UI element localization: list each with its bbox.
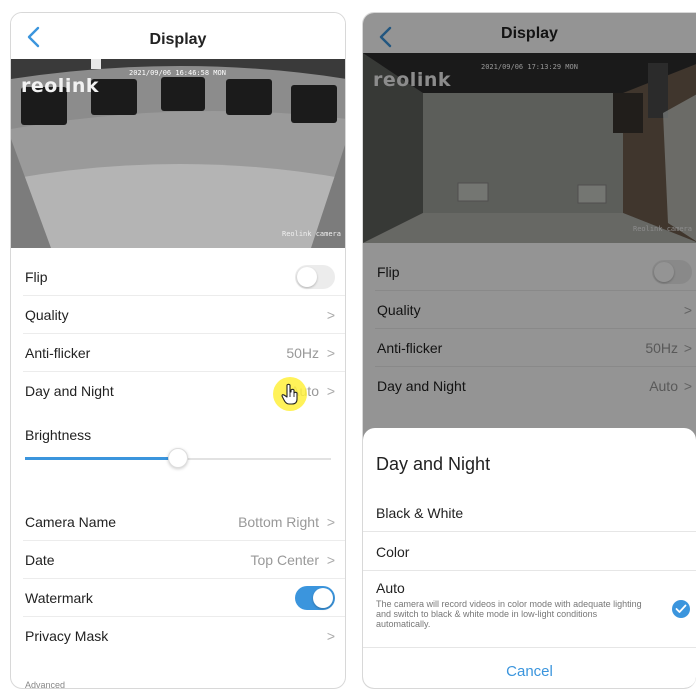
chevron-right-icon: >: [326, 552, 335, 568]
chevron-right-icon: >: [326, 514, 335, 530]
option-color[interactable]: Color: [363, 532, 696, 571]
option-black-white[interactable]: Black & White: [363, 492, 696, 532]
header-bar: Display: [11, 13, 345, 59]
date-row[interactable]: Date Top Center >: [23, 541, 345, 579]
flip-label: Flip: [25, 269, 48, 285]
quality-row[interactable]: Quality >: [23, 296, 345, 334]
reolink-logo: reolink: [21, 75, 99, 97]
camera-name-value: Bottom Right: [238, 514, 319, 530]
sheet-title: Day and Night: [376, 454, 491, 474]
watermark-label: Watermark: [25, 590, 93, 606]
hand-pointer-icon: [281, 383, 298, 405]
day-night-picker-screen: Display reolink 2021/09/06 17:13:29 MON …: [362, 12, 696, 689]
anti-flicker-row[interactable]: Anti-flicker 50Hz >: [23, 334, 345, 372]
date-value: Top Center: [250, 552, 319, 568]
quality-label: Quality: [25, 307, 69, 323]
privacy-mask-row[interactable]: Privacy Mask >: [23, 617, 345, 655]
camera-name-row[interactable]: Camera Name Bottom Right >: [23, 503, 345, 541]
settings-list-2: Camera Name Bottom Right > Date Top Cent…: [11, 503, 345, 655]
brightness-slider[interactable]: [25, 448, 331, 468]
camera-preview[interactable]: reolink 2021/09/06 16:46:58 MON Reolink …: [11, 59, 345, 248]
privacy-mask-label: Privacy Mask: [25, 628, 109, 644]
toggle-knob: [297, 267, 317, 287]
selected-check-icon: [672, 600, 690, 618]
cancel-button[interactable]: Cancel: [363, 663, 696, 680]
slider-fill: [25, 457, 178, 460]
chevron-right-icon: >: [326, 383, 335, 399]
slider-thumb[interactable]: [168, 448, 188, 468]
flip-toggle[interactable]: [295, 265, 335, 289]
toggle-knob: [313, 588, 333, 608]
brightness-label: Brightness: [25, 427, 92, 443]
advanced-section-label: Advanced: [25, 680, 66, 689]
date-label: Date: [25, 552, 55, 568]
chevron-right-icon: >: [326, 345, 335, 361]
chevron-right-icon: >: [326, 307, 335, 323]
anti-flicker-label: Anti-flicker: [25, 345, 91, 361]
camera-name-label: Camera Name: [25, 514, 117, 530]
osd-timestamp: 2021/09/06 16:46:58 MON: [129, 69, 226, 77]
day-night-action-sheet: Day and Night Black & White Color Auto T…: [363, 428, 696, 688]
flip-row: Flip: [23, 258, 345, 296]
watermark-row: Watermark: [23, 579, 345, 617]
option-label: Auto: [376, 580, 405, 596]
option-auto[interactable]: Auto The camera will record videos in co…: [363, 571, 696, 648]
option-label: Color: [376, 544, 410, 560]
display-settings-screen: Display reolink 2021/09/06 16:46:58 MON …: [10, 12, 346, 689]
chevron-right-icon: >: [326, 628, 335, 644]
watermark-toggle[interactable]: [295, 586, 335, 610]
option-label: Black & White: [376, 505, 464, 521]
anti-flicker-value: 50Hz: [286, 345, 319, 361]
osd-camera-name: Reolink camera: [281, 230, 341, 238]
page-title: Display: [149, 31, 207, 48]
tap-cursor-highlight: [273, 377, 307, 411]
option-description: The camera will record videos in color m…: [376, 599, 642, 629]
day-night-label: Day and Night: [25, 383, 114, 399]
